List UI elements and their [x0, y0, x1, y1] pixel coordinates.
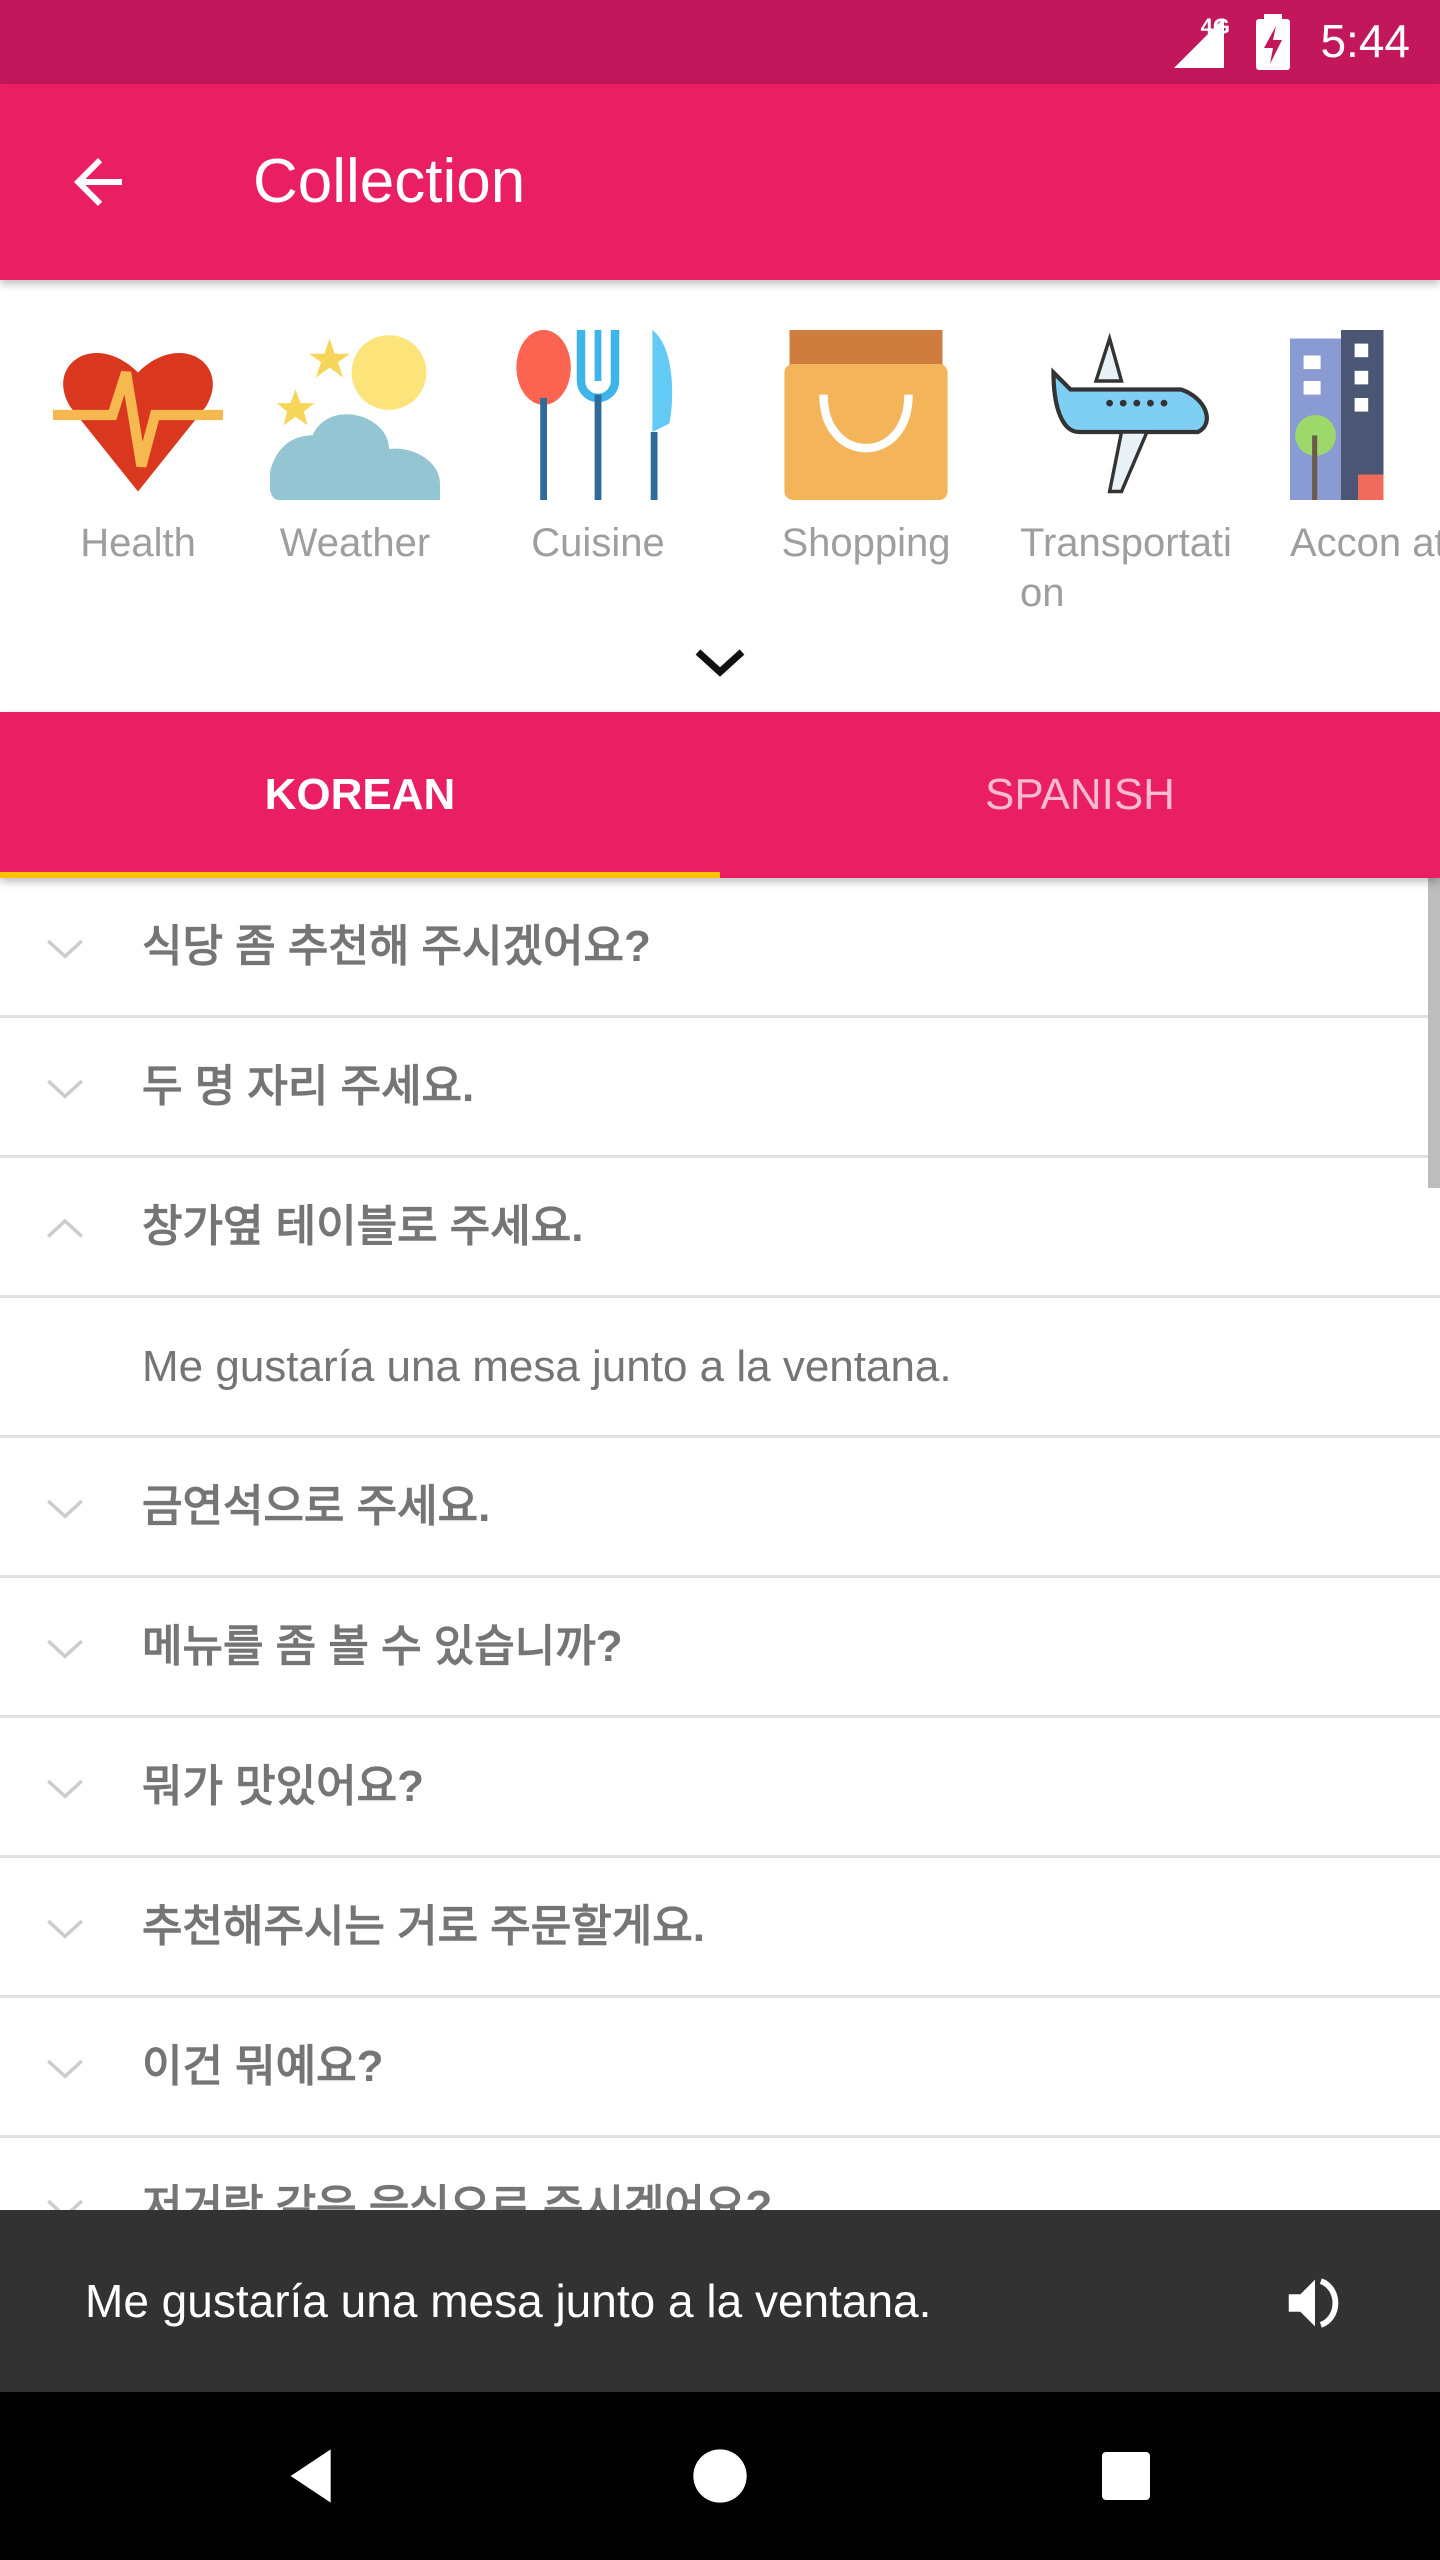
heart-pulse-icon	[53, 352, 223, 492]
chevron-down-icon	[47, 1499, 83, 1519]
sun-cloud-icon	[270, 335, 440, 500]
signal-icon	[1174, 18, 1224, 68]
category-health[interactable]: Health	[28, 330, 248, 568]
language-tabs: KOREAN SPANISH	[0, 712, 1440, 878]
category-weather[interactable]: Weather	[245, 330, 465, 568]
phrase-list: 식당 좀 추천해 주시겠어요? 두 명 자리 주세요. 창가옆 테이블로 주세요…	[0, 878, 1440, 2278]
chevron-up-icon	[47, 1218, 83, 1238]
cutlery-icon	[516, 330, 673, 500]
snackbar: Me gustaría una mesa junto a la ventana.	[0, 2210, 1440, 2392]
list-item[interactable]: 추천해주시는 거로 주문할게요.	[0, 1858, 1440, 1998]
category-shopping[interactable]: Shopping	[756, 330, 976, 568]
chevron-down-icon	[47, 1919, 83, 1939]
status-bar: 4G 5:44	[0, 0, 1440, 84]
shopping-bag-icon	[784, 330, 948, 500]
back-triangle-icon[interactable]	[280, 2444, 344, 2508]
app-toolbar: Collection	[0, 84, 1440, 280]
category-strip: Health Weather Cuisine Shopping Transpor…	[0, 280, 1440, 712]
battery-charging-icon	[1256, 14, 1290, 70]
list-item[interactable]: 이건 뭐예요?	[0, 1998, 1440, 2138]
speaker-icon[interactable]	[1280, 2268, 1350, 2338]
list-item[interactable]: 두 명 자리 주세요.	[0, 1018, 1440, 1158]
chevron-down-icon	[47, 1079, 83, 1099]
snackbar-message: Me gustaría una mesa junto a la ventana.	[85, 2275, 932, 2327]
list-item[interactable]: 금연석으로 주세요.	[0, 1438, 1440, 1578]
home-circle-icon[interactable]	[688, 2444, 752, 2508]
chevron-down-icon	[47, 2059, 83, 2079]
airplane-icon	[1051, 332, 1209, 494]
tab-indicator	[0, 872, 720, 878]
chevron-down-icon	[47, 939, 83, 959]
chevron-down-icon	[47, 1639, 83, 1659]
page-title: Collection	[253, 147, 526, 216]
recents-square-icon[interactable]	[1094, 2444, 1158, 2508]
clock: 5:44	[1320, 15, 1410, 67]
category-cuisine[interactable]: Cuisine	[488, 330, 708, 568]
list-item[interactable]: 식당 좀 추천해 주시겠어요?	[0, 878, 1440, 1018]
tab-spanish[interactable]: SPANISH	[720, 712, 1440, 878]
list-item[interactable]: 메뉴를 좀 볼 수 있습니까?	[0, 1578, 1440, 1718]
translation-item[interactable]: Me gustaría una mesa junto a la ventana.	[0, 1298, 1440, 1438]
chevron-down-icon[interactable]	[690, 642, 750, 682]
category-accommodation[interactable]: Accon ation	[1290, 330, 1440, 568]
chevron-down-icon	[47, 1779, 83, 1799]
list-item[interactable]: 뭐가 맛있어요?	[0, 1718, 1440, 1858]
category-transportation[interactable]: Transportati on	[1020, 330, 1240, 618]
arrow-left-icon[interactable]	[62, 146, 134, 218]
building-icon	[1290, 330, 1384, 500]
tab-korean[interactable]: KOREAN	[0, 712, 720, 878]
scrollbar[interactable]	[1428, 878, 1440, 1188]
navigation-bar	[0, 2392, 1440, 2560]
list-item-expanded[interactable]: 창가옆 테이블로 주세요.	[0, 1158, 1440, 1298]
